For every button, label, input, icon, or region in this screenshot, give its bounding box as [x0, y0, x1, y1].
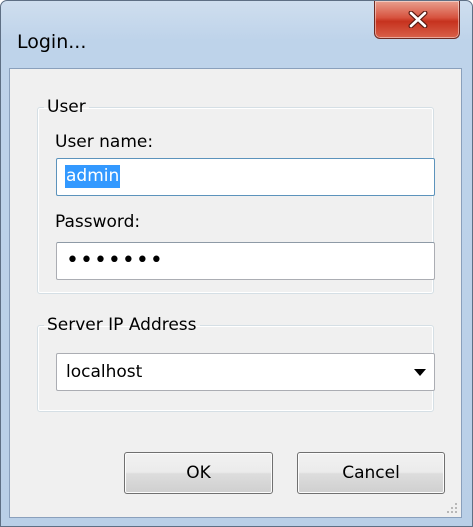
window-title: Login...: [17, 31, 87, 53]
server-address-value: localhost: [66, 362, 143, 382]
login-dialog-window: Login... User User name: admin Password:…: [0, 0, 473, 527]
ok-button[interactable]: OK: [124, 452, 273, 494]
username-label: User name:: [55, 132, 154, 152]
title-bar[interactable]: Login...: [1, 1, 472, 61]
user-group-legend: User: [47, 97, 86, 117]
server-group-legend: Server IP Address: [47, 315, 197, 335]
dialog-client-area: User User name: admin Password: ••••••• …: [9, 68, 462, 518]
server-address-dropdown[interactable]: localhost: [56, 353, 435, 391]
password-field[interactable]: •••••••: [56, 242, 435, 280]
resize-grip-icon[interactable]: [446, 502, 458, 514]
cancel-button[interactable]: Cancel: [297, 452, 445, 494]
password-label: Password:: [55, 212, 141, 232]
close-button[interactable]: [374, 1, 460, 39]
chevron-down-icon[interactable]: [414, 369, 426, 376]
username-value: admin: [65, 165, 121, 188]
close-x-icon: [408, 11, 428, 28]
password-masked-value: •••••••: [66, 248, 164, 273]
username-field[interactable]: admin: [56, 158, 435, 196]
